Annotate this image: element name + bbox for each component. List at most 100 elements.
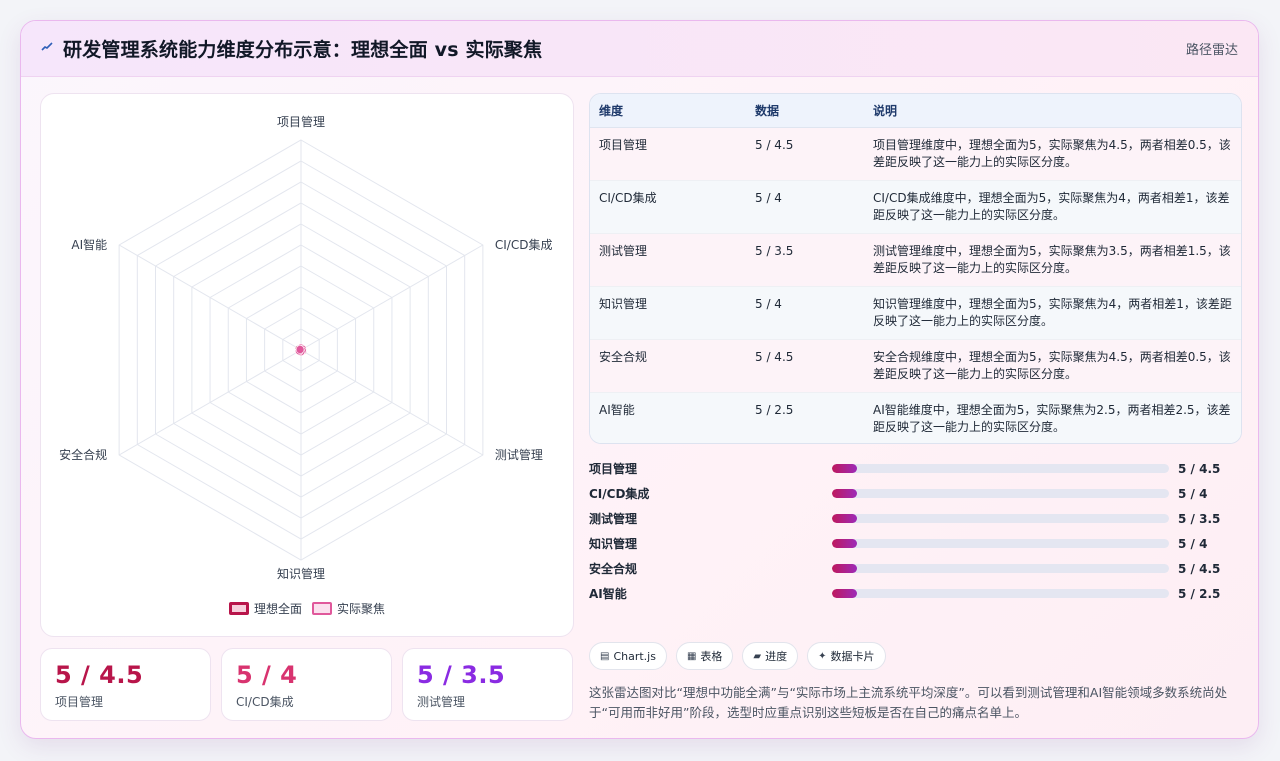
progress-label: 项目管理 bbox=[589, 462, 638, 476]
table-cell-description: 测试管理维度中，理想全面为5，实际聚焦为3.5，两者相差1.5，该差距反映了这一… bbox=[864, 233, 1241, 287]
data-table: 维度 数据 说明 项目管理 5 / 4.5 项目管理维度中，理想全面为5，实际聚… bbox=[589, 93, 1242, 444]
table-cell-description: 安全合规维度中，理想全面为5，实际聚焦为4.5，两者相差0.5，该差距反映了这一… bbox=[864, 339, 1241, 393]
stat-card-2: 5 / 4 CI/CD集成 bbox=[221, 648, 392, 721]
table-row: 安全合规 5 / 4.5 安全合规维度中，理想全面为5，实际聚焦为4.5，两者相… bbox=[590, 339, 1241, 393]
progress-row: 知识管理 5 / 4 bbox=[589, 531, 1249, 556]
progress-fill bbox=[832, 514, 858, 523]
progress-row: CI/CD集成 5 / 4 bbox=[589, 481, 1249, 506]
table-row: 项目管理 5 / 4.5 项目管理维度中，理想全面为5，实际聚焦为4.5，两者相… bbox=[590, 127, 1241, 181]
progress-value: 5 / 2.5 bbox=[1178, 586, 1221, 601]
legend-item-ideal[interactable]: 理想全面 bbox=[228, 600, 302, 617]
legend-swatch-ideal bbox=[228, 602, 249, 615]
progress-track bbox=[832, 564, 1169, 573]
progress-bars: 项目管理 5 / 4.5 CI/CD集成 5 / 4 测试管理 5 / 3.5 … bbox=[589, 456, 1249, 606]
table-cell-description: CI/CD集成维度中，理想全面为5，实际聚焦为4，两者相差1，该差距反映了这一能… bbox=[864, 180, 1241, 234]
progress-value: 5 / 4.5 bbox=[1178, 461, 1221, 476]
legend-item-actual[interactable]: 实际聚焦 bbox=[312, 600, 385, 617]
radar-chart: 项目管理 CI/CD集成测试管理知识管理 安全合规 AI智能 bbox=[59, 114, 553, 581]
progress-label: CI/CD集成 bbox=[589, 487, 650, 501]
progress-label: 测试管理 bbox=[589, 512, 638, 526]
stat-value: 5 / 3.5 bbox=[417, 661, 506, 689]
chart-legend: 理想全面 实际聚焦 bbox=[41, 600, 573, 617]
header: 研发管理系统能力维度分布示意：理想全面 vs 实际聚焦 路径雷达 bbox=[21, 21, 1258, 77]
radar-axis-label: 测试管理 bbox=[495, 447, 543, 462]
table-cell-data: 5 / 4.5 bbox=[746, 339, 864, 393]
progress-track bbox=[832, 589, 1169, 598]
progress-row: 安全合规 5 / 4.5 bbox=[589, 556, 1249, 581]
chart-description: 这张雷达图对比“理想中功能全满”与“实际市场上主流系统平均深度”。可以看到测试管… bbox=[589, 685, 1228, 720]
progress-track bbox=[832, 464, 1169, 473]
page-title: 研发管理系统能力维度分布示意：理想全面 vs 实际聚焦 bbox=[63, 39, 543, 61]
radar-axis-label: 安全合规 bbox=[59, 447, 107, 462]
progress-fill bbox=[832, 489, 858, 498]
radar-axis-label: AI智能 bbox=[71, 237, 107, 252]
chip-label: 表格 bbox=[700, 650, 723, 663]
progress-row: 测试管理 5 / 3.5 bbox=[589, 506, 1249, 531]
table-header-description: 说明 bbox=[864, 94, 1241, 128]
legend-label-ideal: 理想全面 bbox=[253, 602, 302, 616]
progress-icon: ▰ bbox=[753, 650, 762, 662]
main-card: 研发管理系统能力维度分布示意：理想全面 vs 实际聚焦 路径雷达 项目管理 CI/… bbox=[20, 20, 1259, 739]
table-cell-data: 5 / 3.5 bbox=[746, 233, 864, 287]
stat-card-3: 5 / 3.5 测试管理 bbox=[402, 648, 573, 721]
progress-label: 安全合规 bbox=[589, 562, 638, 576]
table-cell-description: 项目管理维度中，理想全面为5，实际聚焦为4.5，两者相差0.5，该差距反映了这一… bbox=[864, 127, 1241, 181]
progress-value: 5 / 4 bbox=[1178, 536, 1208, 551]
stat-value: 5 / 4.5 bbox=[55, 661, 144, 689]
table-cell-dimension: 知识管理 bbox=[590, 286, 746, 340]
progress-row: 项目管理 5 / 4.5 bbox=[589, 456, 1249, 481]
table-cell-data: 5 / 4 bbox=[746, 286, 864, 340]
chip-label: 进度 bbox=[765, 650, 788, 663]
chip-label: Chart.js bbox=[613, 649, 656, 663]
stat-card-1: 5 / 4.5 项目管理 bbox=[40, 648, 211, 721]
progress-fill bbox=[832, 464, 858, 473]
progress-track bbox=[832, 489, 1169, 498]
table-cell-description: AI智能维度中，理想全面为5，实际聚焦为2.5，两者相差2.5，该差距反映了这一… bbox=[864, 392, 1241, 443]
progress-label: AI智能 bbox=[589, 587, 627, 601]
progress-value: 5 / 3.5 bbox=[1178, 511, 1221, 526]
chip-table[interactable]: ▦ 表格 bbox=[675, 642, 734, 670]
radar-chart-panel: 项目管理 CI/CD集成 测试管理 知识管理 安全合规 AI智能 理想全面 实际聚焦 bbox=[40, 93, 574, 637]
chip-progress[interactable]: ▰ 进度 bbox=[742, 642, 799, 670]
progress-track bbox=[832, 539, 1169, 548]
table-cell-dimension: AI智能 bbox=[590, 392, 746, 443]
table-row: CI/CD集成 5 / 4 CI/CD集成维度中，理想全面为5，实际聚焦为4，两… bbox=[590, 180, 1241, 234]
progress-fill bbox=[832, 589, 858, 598]
progress-track bbox=[832, 514, 1169, 523]
stat-label: 测试管理 bbox=[417, 695, 466, 709]
table-cell-description: 知识管理维度中，理想全面为5，实际聚焦为4，两者相差1，该差距反映了这一能力上的… bbox=[864, 286, 1241, 340]
table-cell-data: 5 / 4 bbox=[746, 180, 864, 234]
chip-chartjs[interactable]: ▤ Chart.js bbox=[589, 642, 667, 670]
table-cell-dimension: 项目管理 bbox=[590, 127, 746, 181]
progress-fill bbox=[832, 539, 858, 548]
table-cell-dimension: CI/CD集成 bbox=[590, 180, 746, 234]
progress-fill bbox=[832, 564, 858, 573]
stat-label: CI/CD集成 bbox=[236, 695, 294, 709]
progress-value: 5 / 4 bbox=[1178, 486, 1208, 501]
legend-label-actual: 实际聚焦 bbox=[337, 602, 386, 616]
progress-value: 5 / 4.5 bbox=[1178, 561, 1221, 576]
radar-axis-label: 知识管理 bbox=[277, 566, 325, 581]
radar-point bbox=[295, 345, 305, 354]
card-icon: ✦ bbox=[818, 650, 827, 662]
table-row: 测试管理 5 / 3.5 测试管理维度中，理想全面为5，实际聚焦为3.5，两者相… bbox=[590, 233, 1241, 287]
radar-axis-label: CI/CD集成 bbox=[495, 237, 553, 252]
progress-label: 知识管理 bbox=[589, 537, 638, 551]
chip-data-card[interactable]: ✦ 数据卡片 bbox=[807, 642, 886, 670]
table-cell-data: 5 / 2.5 bbox=[746, 392, 864, 443]
table-cell-data: 5 / 4.5 bbox=[746, 127, 864, 181]
table-header-row: 维度 数据 说明 bbox=[590, 94, 1241, 128]
table-header-data: 数据 bbox=[746, 94, 864, 128]
table-row: 知识管理 5 / 4 知识管理维度中，理想全面为5，实际聚焦为4，两者相差1，该… bbox=[590, 286, 1241, 340]
chart-icon: ▤ bbox=[600, 650, 610, 662]
stat-value: 5 / 4 bbox=[236, 661, 298, 689]
chart-line-icon bbox=[41, 41, 53, 56]
progress-row: AI智能 5 / 2.5 bbox=[589, 581, 1249, 606]
table-header-dimension: 维度 bbox=[590, 94, 746, 128]
title-wrap: 研发管理系统能力维度分布示意：理想全面 vs 实际聚焦 bbox=[41, 35, 542, 62]
table-cell-dimension: 安全合规 bbox=[590, 339, 746, 393]
header-route-label[interactable]: 路径雷达 bbox=[1186, 39, 1238, 58]
stat-label: 项目管理 bbox=[55, 695, 104, 709]
legend-swatch-actual bbox=[312, 602, 332, 615]
view-chips: ▤ Chart.js ▦ 表格 ▰ 进度 ✦ 数据卡片 bbox=[589, 642, 886, 670]
